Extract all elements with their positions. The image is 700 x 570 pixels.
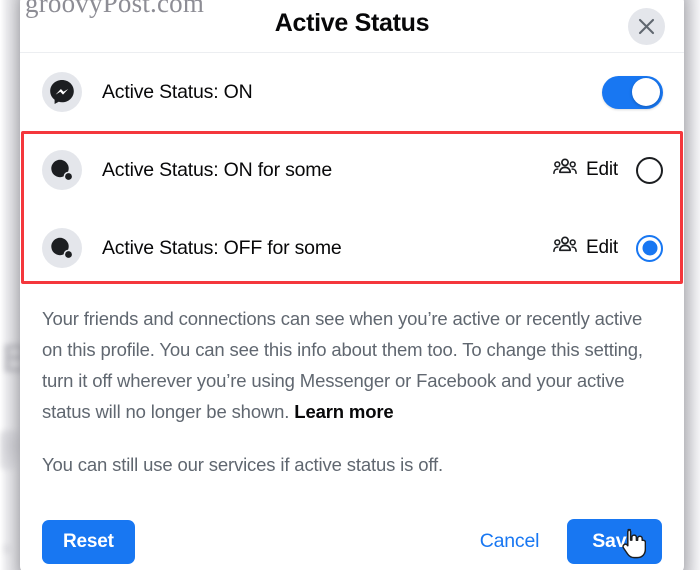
radio-active-status-on-for-some[interactable] [636,156,663,184]
footer-actions: Cancel Save [472,519,662,564]
friends-list-icon [42,228,82,268]
description-paragraph-1: Your friends and connections can see whe… [42,303,662,427]
messenger-icon [42,72,82,112]
edit-label: Edit [586,159,618,180]
edit-audience-button[interactable]: Edit [553,158,618,182]
background-left-sidebar [0,0,22,570]
dialog-title: Active Status [274,8,430,37]
option-row-active-status-off-for-some[interactable]: Active Status: OFF for some Edit [20,209,684,287]
option-list: Active Status: ON Active Status: ON for … [20,53,684,287]
background-right-edge [682,0,700,570]
active-status-dialog: Active Status Active Status: ON Active S… [20,0,684,570]
toggle-knob [632,78,660,106]
active-status-toggle[interactable] [602,75,663,109]
save-button[interactable]: Save [567,519,662,564]
people-group-icon [553,158,577,182]
edit-audience-button[interactable]: Edit [553,236,618,260]
option-label: Active Status: ON [102,80,253,103]
radio-active-status-off-for-some[interactable] [636,234,663,262]
close-icon[interactable] [628,8,665,45]
edit-label: Edit [586,237,618,258]
dialog-footer: Reset Cancel Save [20,519,684,564]
option-label: Active Status: ON for some [102,158,332,181]
background-blurred-letter: B [2,337,31,381]
background-blurred-avatar [0,430,22,470]
description-paragraph-2: You can still use our services if active… [42,454,443,475]
background-blurred-text: s [3,540,11,557]
cancel-button[interactable]: Cancel [472,524,548,559]
people-group-icon [553,236,577,260]
learn-more-link[interactable]: Learn more [294,401,393,422]
reset-button[interactable]: Reset [42,519,135,564]
dialog-header: Active Status [20,0,684,53]
screenshot-root: B s groovyPost.com Active Status Active … [0,0,700,570]
option-row-active-status-on[interactable]: Active Status: ON [20,53,684,131]
friends-list-icon [42,150,82,190]
dialog-description: Your friends and connections can see whe… [20,287,684,480]
option-row-active-status-on-for-some[interactable]: Active Status: ON for some Edit [20,131,684,209]
option-label: Active Status: OFF for some [102,236,342,259]
